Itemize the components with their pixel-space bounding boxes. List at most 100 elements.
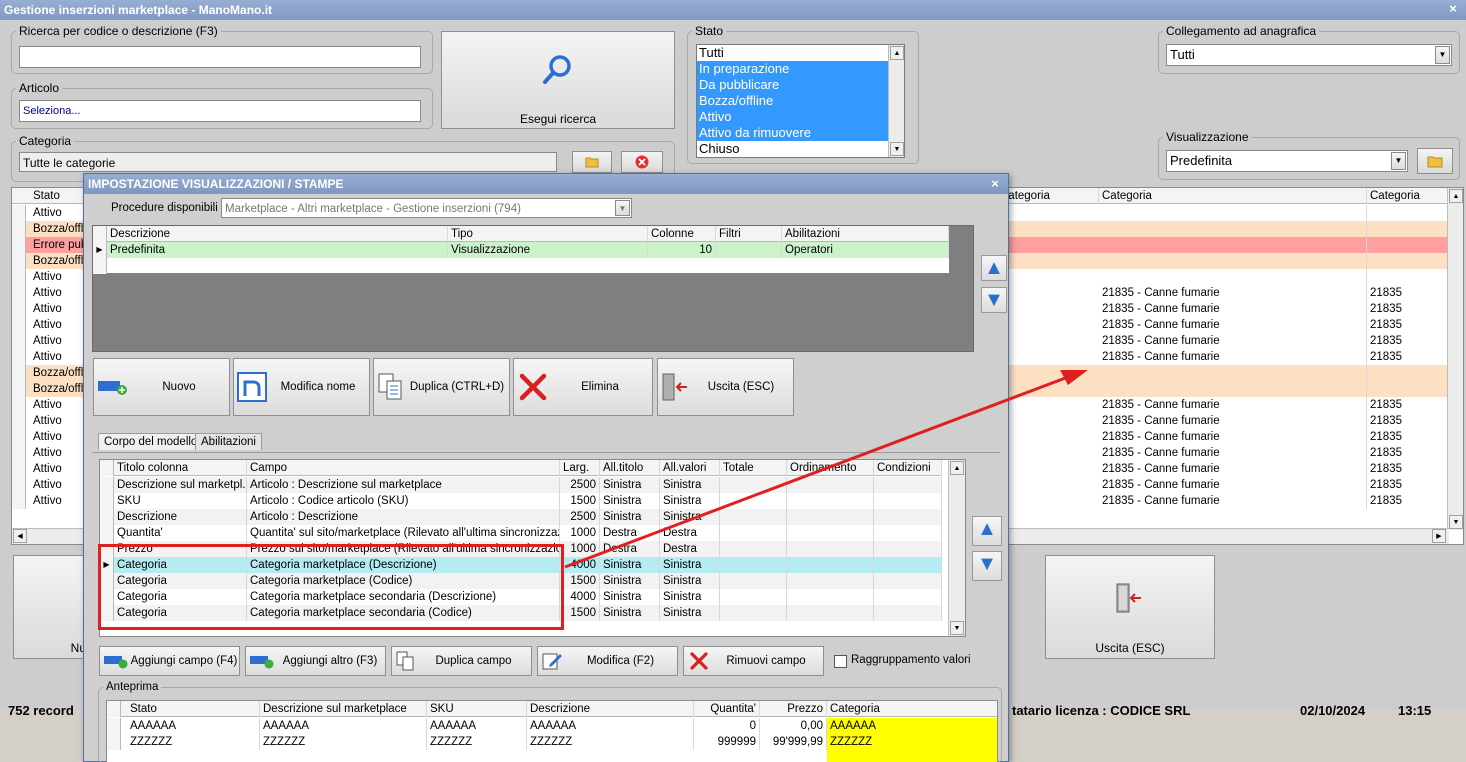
table-row[interactable]: Quantita' Quantita' sul sito/marketplace … (100, 525, 942, 541)
column-header-all-valori[interactable]: All.valori (660, 460, 720, 476)
scroll-left-icon[interactable]: ◀ (13, 529, 27, 543)
column-header-categoria[interactable]: Categoria (997, 188, 1099, 204)
main-grid-scrollbar[interactable]: ▲ ▼ (1447, 188, 1463, 530)
search-input[interactable] (19, 46, 421, 68)
dialog-close-icon[interactable]: × (988, 177, 1002, 191)
field-cell: Sinistra (660, 493, 720, 509)
stato-label: Stato (695, 24, 724, 38)
cell-categoria: 21835 - Canne fumarie (1099, 397, 1367, 413)
stato-item[interactable]: Tutti (697, 45, 904, 61)
column-header-tipo[interactable]: Tipo (448, 226, 648, 242)
tab-abilitazioni[interactable]: Abilitazioni (195, 433, 262, 450)
collegamento-select[interactable]: Tutti ▼ (1166, 44, 1452, 66)
views-grid[interactable]: Descrizione Tipo Colonne Filtri Abilitaz… (92, 225, 974, 352)
field-cell: 2500 (560, 509, 600, 525)
preview-header-quantita[interactable]: Quantita' (694, 701, 760, 717)
table-row[interactable]: Descrizione sul marketpl... Articolo : De… (100, 477, 942, 493)
column-header-titolo[interactable]: Titolo colonna (114, 460, 247, 476)
preview-header-stato[interactable]: Stato (127, 701, 260, 717)
stato-item[interactable]: Attivo (697, 109, 904, 125)
preview-header-descrizione-marketplace[interactable]: Descrizione sul marketplace (260, 701, 427, 717)
add-other-button[interactable]: Aggiungi altro (F3) (245, 646, 386, 676)
categoria-input[interactable]: Tutte le categorie (19, 152, 557, 172)
stato-item[interactable]: In preparazione (697, 61, 904, 77)
table-row[interactable]: ▶ Predefinita Visualizzazione 10 Operato… (93, 242, 949, 258)
scroll-right-icon[interactable]: ▶ (1432, 529, 1446, 543)
scroll-up-icon[interactable]: ▲ (950, 461, 964, 475)
scroll-up-icon[interactable]: ▲ (890, 46, 904, 60)
search-button[interactable]: Esegui ricerca (441, 31, 675, 129)
column-header-campo[interactable]: Campo (247, 460, 560, 476)
table-row[interactable]: Descrizione Articolo : Descrizione 2500 Sin… (100, 509, 942, 525)
column-header-condizioni[interactable]: Condizioni (874, 460, 942, 476)
preview-grid[interactable]: Stato Descrizione sul marketplace SKU De… (106, 700, 998, 762)
row-indicator (12, 445, 26, 461)
column-header-totale[interactable]: Totale (720, 460, 787, 476)
table-row[interactable] (93, 258, 949, 274)
search-button-label: Esegui ricerca (519, 112, 597, 126)
new-view-button[interactable]: Nuovo (93, 358, 230, 416)
visualizzazione-select[interactable]: Predefinita ▼ (1166, 150, 1408, 172)
scroll-down-icon[interactable]: ▼ (950, 621, 964, 635)
dialog-title: IMPOSTAZIONE VISUALIZZAZIONI / STAMPE (84, 174, 1008, 194)
categoria-clear-button[interactable] (621, 151, 663, 173)
preview-header-descrizione[interactable]: Descrizione (527, 701, 694, 717)
preview-header-categoria[interactable]: Categoria (827, 701, 997, 717)
scroll-down-icon[interactable]: ▼ (890, 142, 904, 156)
stato-item[interactable]: Bozza/offline (697, 93, 904, 109)
procedure-select[interactable]: Marketplace - Altri marketplace - Gestio… (221, 198, 632, 218)
window-close-icon[interactable]: × (1446, 2, 1460, 16)
views-move-down-button[interactable]: ▼ (981, 287, 1007, 313)
stato-item[interactable]: Chiuso (697, 141, 904, 157)
table-row[interactable]: ZZZZZZ ZZZZZZ ZZZZZZ ZZZZZZ 999999 99'999,99 Z… (107, 734, 997, 750)
delete-view-button[interactable]: Elimina (513, 358, 653, 416)
column-header-abilitazioni[interactable]: Abilitazioni (782, 226, 949, 242)
column-header-filtri[interactable]: Filtri (716, 226, 782, 242)
preview-header-sku[interactable]: SKU (427, 701, 527, 717)
tab-corpo-modello[interactable]: Corpo del modello (98, 433, 204, 450)
cell-categoria: 21835 - Canne fumarie (1099, 285, 1367, 301)
column-header-larg[interactable]: Larg. (560, 460, 600, 476)
settings-dialog: IMPOSTAZIONE VISUALIZZAZIONI / STAMPE × … (83, 173, 1009, 762)
chevron-down-icon[interactable]: ▼ (615, 200, 630, 216)
column-header-categoria[interactable]: Categoria (1367, 188, 1449, 204)
stato-scrollbar[interactable]: ▲ ▼ (888, 45, 904, 157)
table-row[interactable]: AAAAAA AAAAAA AAAAAA AAAAAA 0 0,00 AAAAAA (107, 718, 997, 734)
preview-header-prezzo[interactable]: Prezzo (760, 701, 827, 717)
column-header-all-titolo[interactable]: All.titolo (600, 460, 660, 476)
categoria-browse-button[interactable] (572, 151, 612, 173)
dialog-exit-button[interactable]: Uscita (ESC) (657, 358, 794, 416)
stato-listbox[interactable]: Tutti In preparazione Da pubblicare Bozz… (696, 44, 905, 158)
fields-grid-scrollbar[interactable]: ▲ ▼ (948, 460, 965, 636)
preview-category-fill (827, 750, 997, 762)
main-exit-button[interactable]: Uscita (ESC) (1045, 555, 1215, 659)
chevron-down-icon[interactable]: ▼ (1391, 152, 1406, 170)
field-cell (874, 605, 942, 621)
duplicate-view-button[interactable]: Duplica (CTRL+D) (373, 358, 510, 416)
articolo-select[interactable]: Seleziona... (19, 100, 421, 122)
scroll-up-icon[interactable]: ▲ (1449, 189, 1463, 203)
row-pointer-icon: ▶ (93, 242, 107, 258)
cell-categoria: 21835 - Canne fumarie (1099, 493, 1367, 509)
stato-item[interactable]: Attivo da rimuovere (697, 125, 904, 141)
column-header-descrizione[interactable]: Descrizione (107, 226, 448, 242)
stato-item[interactable]: Da pubblicare (697, 77, 904, 93)
remove-field-button[interactable]: Rimuovi campo (683, 646, 824, 676)
scroll-down-icon[interactable]: ▼ (1449, 515, 1463, 529)
rename-view-button[interactable]: Modifica nome (233, 358, 370, 416)
column-header-ordinamento[interactable]: Ordinamento (787, 460, 874, 476)
main-new-button[interactable]: Nu (13, 555, 87, 659)
add-field-button[interactable]: Aggiungi campo (F4) (99, 646, 240, 676)
visualizzazione-settings-button[interactable] (1417, 148, 1453, 174)
edit-field-button[interactable]: Modifica (F2) (537, 646, 678, 676)
fields-move-up-button[interactable]: ▲ (972, 516, 1002, 546)
table-row[interactable]: SKU Articolo : Codice articolo (SKU) 1500 S… (100, 493, 942, 509)
grouping-checkbox[interactable] (834, 655, 847, 668)
chevron-down-icon[interactable]: ▼ (1435, 46, 1450, 64)
fields-move-down-button[interactable]: ▼ (972, 551, 1002, 581)
views-move-up-button[interactable]: ▲ (981, 255, 1007, 281)
duplicate-field-button[interactable]: Duplica campo (391, 646, 532, 676)
column-header-categoria[interactable]: Categoria (1099, 188, 1367, 204)
column-header-colonne[interactable]: Colonne (648, 226, 716, 242)
delete-icon (690, 652, 708, 670)
